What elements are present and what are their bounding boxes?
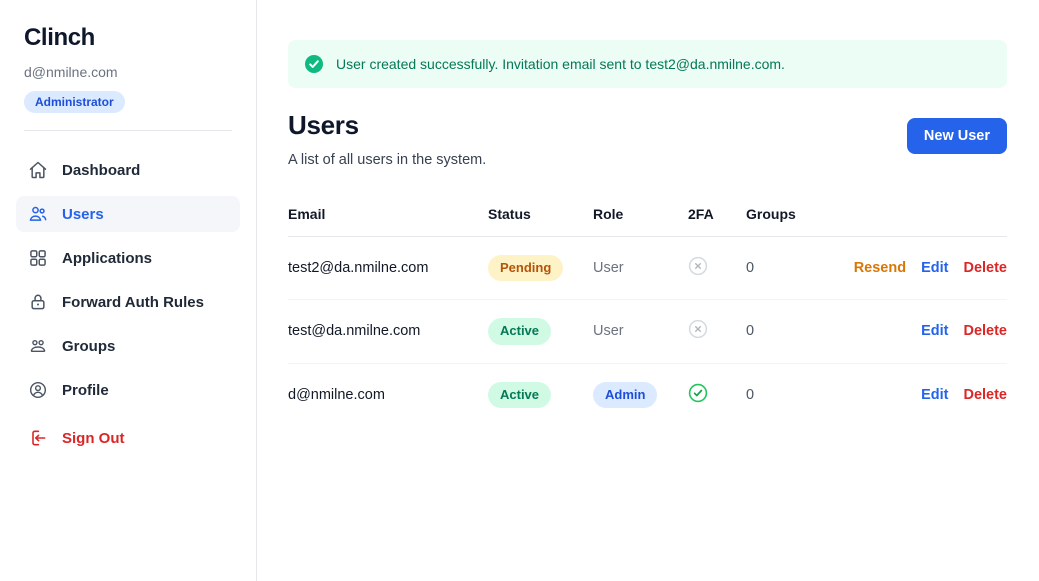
status-badge: Pending: [488, 255, 563, 281]
sidebar-divider: [24, 130, 232, 131]
table-row: test2@da.nmilne.com Pending User 0 Resen…: [288, 237, 1007, 300]
status-cell: Pending: [488, 237, 593, 300]
success-banner-message: User created successfully. Invitation em…: [336, 56, 785, 72]
role-label: User: [593, 260, 624, 276]
sidebar-item-forward-auth-rules[interactable]: Forward Auth Rules: [16, 284, 240, 320]
table-header-row: EmailStatusRole2FAGroups: [288, 200, 1007, 237]
lock-icon: [28, 292, 48, 312]
row-actions: Edit Delete: [826, 300, 1007, 363]
role-cell: User: [593, 237, 688, 300]
role-badge: Admin: [593, 382, 657, 408]
role-cell: User: [593, 300, 688, 363]
column-header-email: Email: [288, 200, 488, 237]
user-email: d@nmilne.com: [288, 363, 488, 426]
edit-link[interactable]: Edit: [921, 387, 948, 403]
role-cell: Admin: [593, 363, 688, 426]
profile-icon: [28, 380, 48, 400]
sidebar-item-profile[interactable]: Profile: [16, 372, 240, 408]
status-cell: Active: [488, 363, 593, 426]
applications-grid-icon: [28, 248, 48, 268]
sidebar: Clinch d@nmilne.com Administrator Dashbo…: [0, 0, 257, 581]
column-header-actions: [826, 200, 1007, 237]
new-user-button[interactable]: New User: [907, 118, 1007, 154]
table-row: test@da.nmilne.com Active User 0 Edit Del…: [288, 300, 1007, 363]
delete-link[interactable]: Delete: [963, 387, 1007, 403]
main-content: User created successfully. Invitation em…: [257, 0, 1039, 581]
users-table: EmailStatusRole2FAGroups test2@da.nmilne…: [288, 200, 1007, 426]
column-header-status: Status: [488, 200, 593, 237]
status-badge: Active: [488, 382, 551, 408]
row-actions: Edit Delete: [826, 363, 1007, 426]
row-actions: Resend Edit Delete: [826, 237, 1007, 300]
twofa-cell: [688, 237, 746, 300]
sidebar-item-groups[interactable]: Groups: [16, 328, 240, 364]
groups-count: 0: [746, 363, 826, 426]
resend-link[interactable]: Resend: [854, 260, 906, 276]
edit-link[interactable]: Edit: [921, 323, 948, 339]
sidebar-item-applications[interactable]: Applications: [16, 240, 240, 276]
home-icon: [28, 160, 48, 180]
sidebar-item-label: Applications: [62, 250, 152, 267]
app-window: Clinch d@nmilne.com Administrator Dashbo…: [0, 0, 1039, 581]
status-cell: Active: [488, 300, 593, 363]
app-title: Clinch: [24, 24, 232, 52]
sign-out-icon: [28, 428, 48, 448]
table-row: d@nmilne.com Active Admin 0 Edit Delete: [288, 363, 1007, 426]
page-title: Users: [288, 110, 486, 141]
sidebar-item-label: Dashboard: [62, 162, 140, 179]
edit-link[interactable]: Edit: [921, 260, 948, 276]
column-header-2fa: 2FA: [688, 200, 746, 237]
user-email: test@da.nmilne.com: [288, 300, 488, 363]
groups-count: 0: [746, 237, 826, 300]
column-header-role: Role: [593, 200, 688, 237]
status-badge: Active: [488, 318, 551, 344]
sidebar-item-dashboard[interactable]: Dashboard: [16, 152, 240, 188]
sidebar-item-label: Users: [62, 206, 104, 223]
column-header-groups: Groups: [746, 200, 826, 237]
twofa-disabled-icon: [688, 319, 708, 339]
user-email: test2@da.nmilne.com: [288, 237, 488, 300]
delete-link[interactable]: Delete: [963, 260, 1007, 276]
sidebar-item-label: Profile: [62, 382, 109, 399]
sidebar-item-label: Sign Out: [62, 430, 125, 447]
page-header: Users A list of all users in the system.…: [288, 110, 1007, 168]
sidebar-item-label: Groups: [62, 338, 115, 355]
delete-link[interactable]: Delete: [963, 323, 1007, 339]
sidebar-item-sign-out[interactable]: Sign Out: [16, 420, 240, 456]
sidebar-item-users[interactable]: Users: [16, 196, 240, 232]
groups-count: 0: [746, 300, 826, 363]
twofa-cell: [688, 300, 746, 363]
page-title-block: Users A list of all users in the system.: [288, 110, 486, 168]
page-subtitle: A list of all users in the system.: [288, 152, 486, 168]
sidebar-header: Clinch d@nmilne.com Administrator: [16, 24, 240, 113]
sidebar-item-label: Forward Auth Rules: [62, 294, 204, 311]
users-table-body: test2@da.nmilne.com Pending User 0 Resen…: [288, 237, 1007, 426]
users-icon: [28, 204, 48, 224]
groups-icon: [28, 336, 48, 356]
administrator-badge: Administrator: [24, 91, 125, 113]
sidebar-nav: Dashboard Users Applications Forward Aut…: [16, 152, 240, 408]
check-circle-icon: [304, 54, 324, 74]
twofa-disabled-icon: [688, 256, 708, 276]
current-user-email: d@nmilne.com: [24, 64, 232, 80]
role-label: User: [593, 323, 624, 339]
twofa-cell: [688, 363, 746, 426]
twofa-enabled-icon: [688, 383, 708, 403]
success-banner: User created successfully. Invitation em…: [288, 40, 1007, 88]
